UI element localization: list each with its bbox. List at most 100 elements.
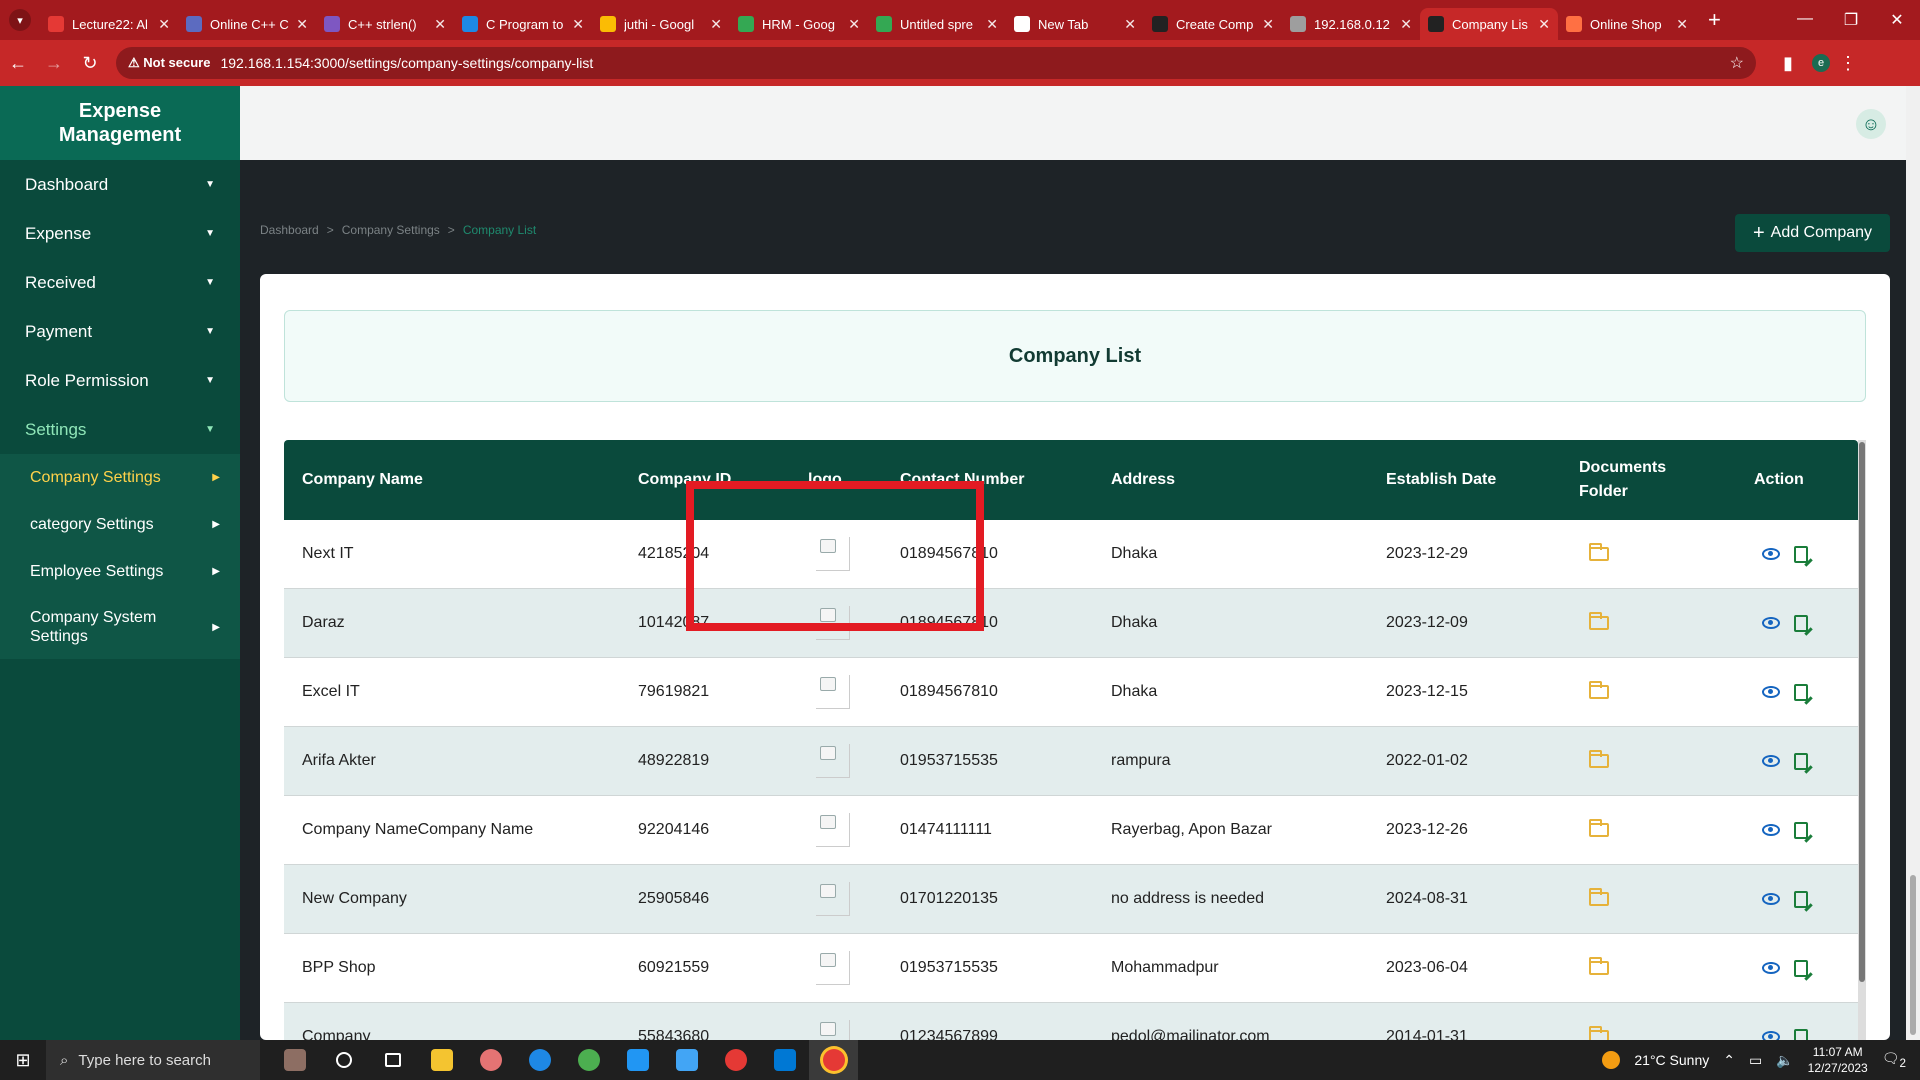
browser-tab[interactable]: Lecture22: Al ✕ bbox=[40, 8, 178, 40]
sidebar-subitem-company-settings[interactable]: Company Settings ▶ bbox=[0, 454, 240, 501]
browser-tab[interactable]: Untitled spre ✕ bbox=[868, 8, 1006, 40]
folder-icon[interactable] bbox=[1589, 543, 1609, 561]
edit-icon[interactable] bbox=[1794, 683, 1808, 701]
close-tab-icon[interactable]: ✕ bbox=[986, 16, 998, 33]
view-eye-icon[interactable] bbox=[1762, 617, 1780, 629]
browser-tab[interactable]: Company Lis ✕ bbox=[1420, 8, 1558, 40]
edit-icon[interactable] bbox=[1794, 959, 1808, 977]
edit-icon[interactable] bbox=[1794, 614, 1808, 632]
close-window-button[interactable]: ✕ bbox=[1874, 10, 1920, 30]
sidebar-subitem-category-settings[interactable]: category Settings ▶ bbox=[0, 501, 240, 548]
close-tab-icon[interactable]: ✕ bbox=[1400, 16, 1412, 33]
browser-tab[interactable]: C++ strlen() ✕ bbox=[316, 8, 454, 40]
folder-icon[interactable] bbox=[1589, 888, 1609, 906]
new-tab-button[interactable]: + bbox=[1708, 7, 1721, 33]
table-scrollbar-thumb[interactable] bbox=[1859, 442, 1865, 982]
breadcrumb-dashboard[interactable]: Dashboard bbox=[260, 223, 319, 237]
clock[interactable]: 11:07 AM 12/27/2023 bbox=[1808, 1044, 1868, 1076]
weather-sun-icon[interactable] bbox=[1602, 1051, 1621, 1069]
bookmark-star-icon[interactable]: ☆ bbox=[1730, 53, 1744, 73]
file-explorer-icon[interactable] bbox=[417, 1040, 466, 1080]
sidebar-item-role-permission[interactable]: Role Permission ▼ bbox=[0, 356, 240, 405]
profile-button[interactable]: e bbox=[1812, 54, 1830, 72]
edit-icon[interactable] bbox=[1794, 752, 1808, 770]
browser-menu-icon[interactable]: ⋮ bbox=[1830, 53, 1866, 74]
close-tab-icon[interactable]: ✕ bbox=[848, 16, 860, 33]
edit-icon[interactable] bbox=[1794, 821, 1808, 839]
browser-tab[interactable]: New Tab ✕ bbox=[1006, 8, 1144, 40]
network-icon[interactable]: ▭ bbox=[1749, 1052, 1762, 1069]
volume-icon[interactable]: 🔈 bbox=[1776, 1052, 1793, 1069]
notifications-icon[interactable]: 🗨2 bbox=[1882, 1050, 1906, 1070]
folder-icon[interactable] bbox=[1589, 750, 1609, 768]
windows-start-icon[interactable]: ⊞ bbox=[0, 1050, 46, 1071]
view-eye-icon[interactable] bbox=[1762, 893, 1780, 905]
edit-icon[interactable] bbox=[1794, 545, 1808, 563]
browser-tab[interactable]: Online C++ C ✕ bbox=[178, 8, 316, 40]
view-eye-icon[interactable] bbox=[1762, 962, 1780, 974]
folder-icon[interactable] bbox=[1589, 612, 1609, 630]
browser-tab[interactable]: HRM - Goog ✕ bbox=[730, 8, 868, 40]
sidebar-subitem-company-system-settings[interactable]: Company System Settings ▶ bbox=[0, 595, 240, 659]
forward-button[interactable]: → bbox=[36, 53, 72, 74]
sidebar-item-payment[interactable]: Payment ▼ bbox=[0, 307, 240, 356]
close-tab-icon[interactable]: ✕ bbox=[710, 16, 722, 33]
app-icon[interactable] bbox=[466, 1040, 515, 1080]
add-company-button[interactable]: + Add Company bbox=[1735, 214, 1890, 252]
close-tab-icon[interactable]: ✕ bbox=[158, 16, 170, 33]
page-scrollbar-thumb[interactable] bbox=[1910, 875, 1916, 1035]
sidebar-item-dashboard[interactable]: Dashboard ▼ bbox=[0, 160, 240, 209]
not-secure-warning[interactable]: ⚠ Not secure bbox=[128, 55, 210, 71]
chrome-icon[interactable] bbox=[711, 1040, 760, 1080]
folder-icon[interactable] bbox=[1589, 681, 1609, 699]
sidebar-item-settings[interactable]: Settings ▼ bbox=[0, 405, 240, 454]
tab-search-button[interactable]: ▾ bbox=[0, 0, 40, 40]
folder-icon[interactable] bbox=[1589, 957, 1609, 975]
store-icon[interactable] bbox=[662, 1040, 711, 1080]
view-eye-icon[interactable] bbox=[1762, 1031, 1780, 1040]
user-widget-icon[interactable] bbox=[270, 1040, 319, 1080]
close-tab-icon[interactable]: ✕ bbox=[572, 16, 584, 33]
close-tab-icon[interactable]: ✕ bbox=[1124, 16, 1136, 33]
folder-icon[interactable] bbox=[1589, 1026, 1609, 1040]
folder-icon[interactable] bbox=[1589, 819, 1609, 837]
view-eye-icon[interactable] bbox=[1762, 548, 1780, 560]
back-button[interactable]: ← bbox=[0, 53, 36, 74]
slack-icon[interactable] bbox=[564, 1040, 613, 1080]
edit-icon[interactable] bbox=[1794, 1028, 1808, 1040]
sidebar-item-expense[interactable]: Expense ▼ bbox=[0, 209, 240, 258]
close-tab-icon[interactable]: ✕ bbox=[1262, 16, 1274, 33]
browser-tab[interactable]: juthi - Googl ✕ bbox=[592, 8, 730, 40]
view-eye-icon[interactable] bbox=[1762, 686, 1780, 698]
browser-tab[interactable]: Create Comp ✕ bbox=[1144, 8, 1282, 40]
breadcrumb-company-settings[interactable]: Company Settings bbox=[342, 223, 440, 237]
view-eye-icon[interactable] bbox=[1762, 755, 1780, 767]
user-account-icon[interactable]: ☺ bbox=[1856, 109, 1886, 139]
browser-tab[interactable]: 192.168.0.12 ✕ bbox=[1282, 8, 1420, 40]
taskbar-search[interactable]: ⌕ Type here to search bbox=[46, 1040, 260, 1080]
reload-button[interactable]: ↻ bbox=[72, 53, 108, 74]
view-eye-icon[interactable] bbox=[1762, 824, 1780, 836]
close-tab-icon[interactable]: ✕ bbox=[1538, 16, 1550, 33]
chevron-up-icon[interactable]: ⌃ bbox=[1723, 1052, 1735, 1069]
restore-button[interactable]: ❐ bbox=[1828, 10, 1874, 30]
close-tab-icon[interactable]: ✕ bbox=[434, 16, 446, 33]
close-tab-icon[interactable]: ✕ bbox=[1676, 16, 1688, 33]
sidebar-item-received[interactable]: Received ▼ bbox=[0, 258, 240, 307]
edge-icon[interactable] bbox=[515, 1040, 564, 1080]
minimize-button[interactable]: — bbox=[1782, 10, 1828, 30]
weather-text[interactable]: 21°C Sunny bbox=[1634, 1052, 1709, 1068]
vscode-icon[interactable] bbox=[760, 1040, 809, 1080]
cortana-icon[interactable] bbox=[319, 1040, 368, 1080]
browser-tab[interactable]: Online Shop ✕ bbox=[1558, 8, 1696, 40]
side-panel-icon[interactable]: ▮ bbox=[1770, 53, 1806, 74]
table-scrollbar[interactable] bbox=[1858, 440, 1866, 1040]
browser-tab[interactable]: C Program to ✕ bbox=[454, 8, 592, 40]
mail-icon[interactable] bbox=[613, 1040, 662, 1080]
task-view-icon[interactable] bbox=[368, 1040, 417, 1080]
chrome-active-icon[interactable] bbox=[809, 1040, 858, 1080]
edit-icon[interactable] bbox=[1794, 890, 1808, 908]
sidebar-subitem-employee-settings[interactable]: Employee Settings ▶ bbox=[0, 548, 240, 595]
close-tab-icon[interactable]: ✕ bbox=[296, 16, 308, 33]
app-brand[interactable]: Expense Management bbox=[0, 86, 240, 160]
